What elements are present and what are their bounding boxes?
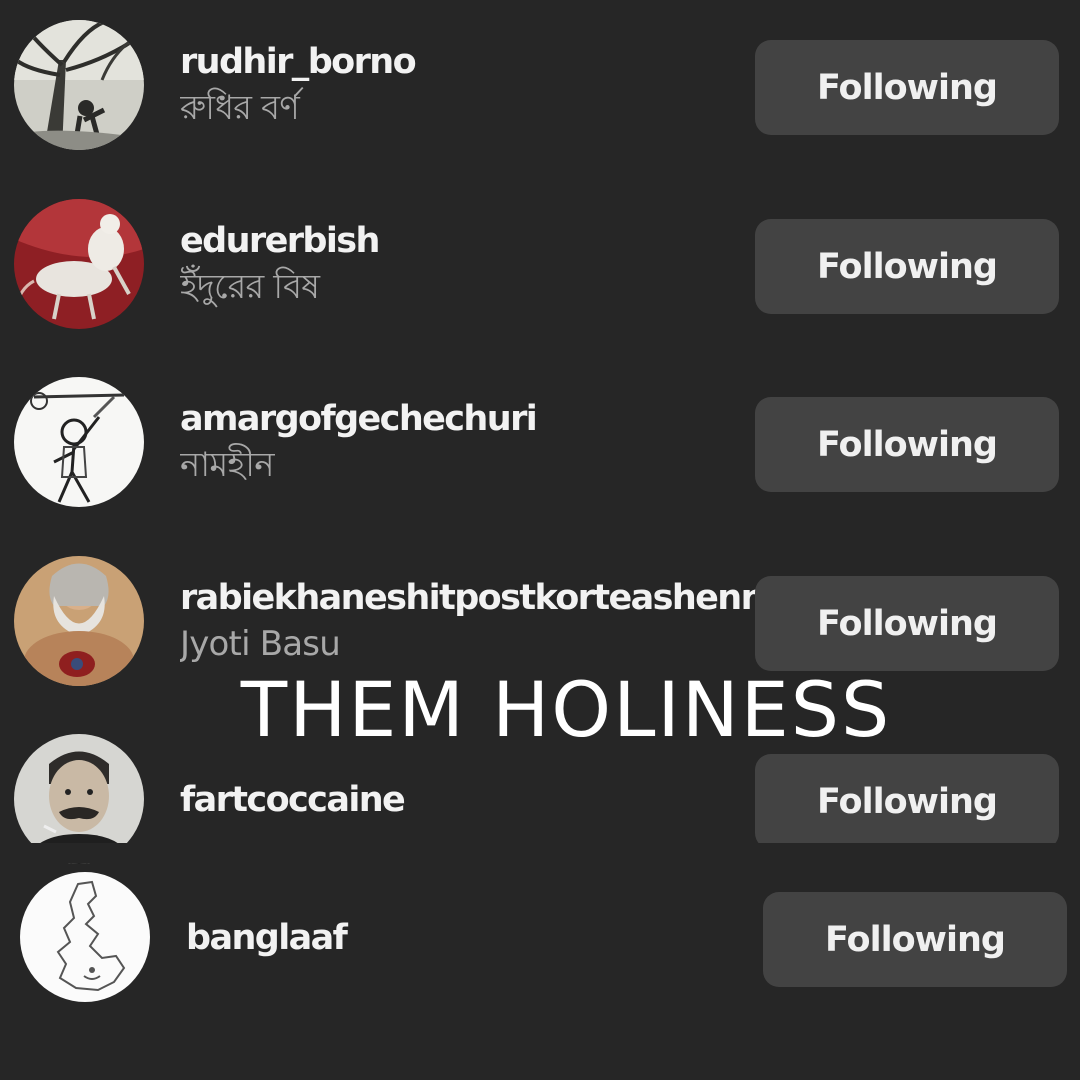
following-button[interactable]: Following xyxy=(763,892,1067,987)
username[interactable]: amargofgechechuri xyxy=(180,397,790,441)
crop-divider xyxy=(0,843,1080,863)
full-name: রুধির বর্ণ xyxy=(180,88,300,128)
list-item[interactable]: edurerbish ইঁদুরের বিষ Following xyxy=(0,195,1080,335)
following-button[interactable]: Following xyxy=(755,576,1059,671)
username[interactable]: fartcoccaine xyxy=(180,778,790,822)
username[interactable]: rabiekhaneshitpostkorteashenni xyxy=(180,576,790,620)
list-item[interactable]: banglaaf Following xyxy=(0,868,1080,1008)
full-name: ইঁদুরের বিষ xyxy=(180,267,320,307)
tree-figure-avatar-icon[interactable] xyxy=(14,20,144,150)
following-button[interactable]: Following xyxy=(755,397,1059,492)
list-item[interactable]: amargofgechechuri নামহীন Following xyxy=(0,373,1080,513)
rat-avatar-icon[interactable] xyxy=(14,199,144,329)
map-outline-avatar-icon[interactable] xyxy=(20,872,150,1002)
overlay-caption: THEM HOLINESS xyxy=(240,665,892,754)
following-button[interactable]: Following xyxy=(755,40,1059,135)
full-name: নামহীন xyxy=(180,445,275,485)
following-button[interactable]: Following xyxy=(755,754,1059,849)
following-button[interactable]: Following xyxy=(755,219,1059,314)
sketch-man-avatar-icon[interactable] xyxy=(14,377,144,507)
username[interactable]: banglaaf xyxy=(186,916,796,960)
username[interactable]: edurerbish xyxy=(180,219,790,263)
list-item[interactable]: rudhir_borno রুধির বর্ণ Following xyxy=(0,16,1080,156)
full-name: Jyoti Basu xyxy=(180,624,341,664)
username[interactable]: rudhir_borno xyxy=(180,40,790,84)
